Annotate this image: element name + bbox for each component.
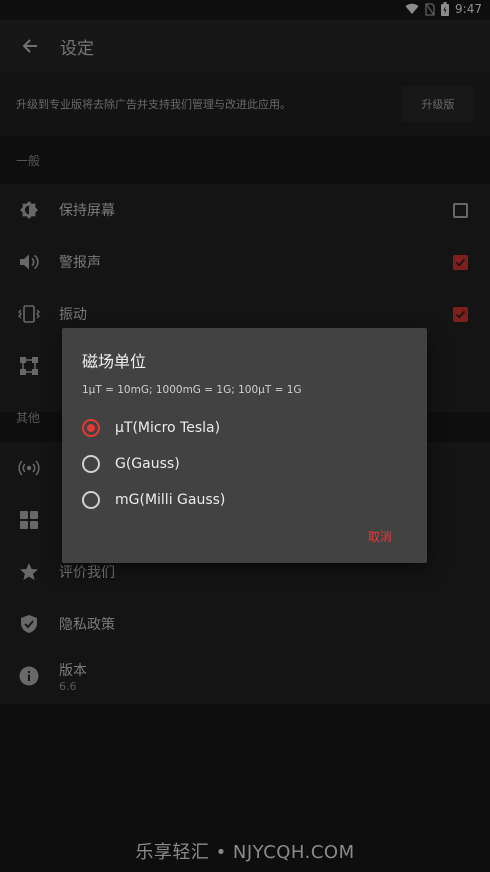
unit-option-microtesla[interactable]: μT(Micro Tesla)	[82, 414, 220, 442]
option-label: mG(Milli Gauss)	[115, 492, 226, 508]
unit-option-gauss[interactable]: G(Gauss)	[82, 450, 180, 478]
dialog-title: 磁场单位	[82, 352, 147, 371]
cancel-button[interactable]: 取消	[368, 528, 392, 545]
magnetic-unit-dialog: 磁场单位 1μT = 10mG; 1000mG = 1G; 100μT = 1G…	[62, 328, 427, 563]
option-label: μT(Micro Tesla)	[115, 420, 221, 436]
settings-screen: 9:47 设定 升级到专业版将去除广告并支持我们管理与改进此应用。 升级版 一般…	[0, 0, 490, 872]
radio-button[interactable]	[82, 491, 100, 509]
radio-button-selected[interactable]	[82, 419, 100, 437]
unit-option-milligauss[interactable]: mG(Milli Gauss)	[82, 486, 225, 514]
dialog-description: 1μT = 10mG; 1000mG = 1G; 100μT = 1G	[82, 384, 302, 396]
watermark-text: 乐享轻汇 • NJYCQH.COM	[135, 842, 355, 863]
option-label: G(Gauss)	[115, 456, 180, 472]
radio-button[interactable]	[82, 455, 100, 473]
